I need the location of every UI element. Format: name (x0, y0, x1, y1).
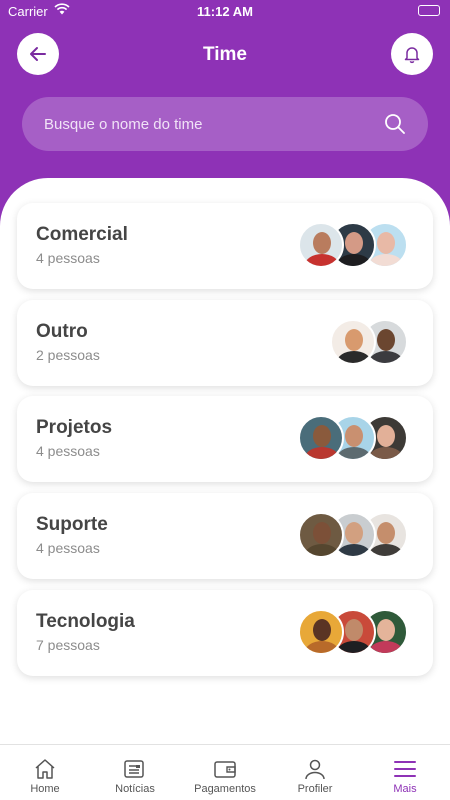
user-icon (305, 759, 325, 780)
team-name: Tecnologia (36, 610, 135, 632)
search-input[interactable]: Busque o nome do time (44, 116, 384, 133)
team-card-comercial[interactable]: Comercial 4 pessoas (17, 203, 433, 289)
wallet-icon (214, 761, 236, 778)
bell-icon (404, 47, 420, 64)
news-icon (124, 760, 144, 778)
nav-pagamentos-label: Pagamentos (194, 783, 256, 795)
search-bar[interactable]: Busque o nome do time (22, 97, 428, 151)
nav-mais[interactable]: Mais (360, 745, 450, 800)
nav-profiler-label: Profiler (297, 783, 333, 795)
avatar-group (298, 222, 408, 268)
page-title: Time (202, 44, 247, 65)
avatar (330, 318, 376, 365)
avatar (298, 512, 344, 559)
team-member-count: 2 pessoas (36, 346, 100, 363)
team-name: Comercial (36, 224, 128, 245)
avatar (298, 415, 344, 462)
avatar (298, 608, 344, 655)
menu-icon (394, 761, 416, 777)
team-member-count: 4 pessoas (36, 250, 100, 266)
status-bar: Carrier 11:12 AM (0, 0, 450, 24)
team-member-count: 4 pessoas (36, 443, 100, 460)
home-icon (35, 759, 55, 779)
nav-noticias[interactable]: Notícias (90, 745, 180, 800)
nav-home-label: Home (30, 783, 60, 795)
nav-mais-label: Mais (393, 783, 417, 795)
avatar-group (298, 318, 408, 365)
team-member-count: 7 pessoas (36, 636, 100, 653)
notifications-button[interactable] (391, 33, 433, 75)
battery-icon (418, 5, 440, 16)
team-card-suporte[interactable]: Suporte 4 pessoas (17, 493, 433, 580)
team-card-projetos[interactable]: Projetos 4 pessoas (17, 396, 433, 483)
team-card-outro[interactable]: Outro 2 pessoas (17, 299, 433, 386)
status-time: 11:12 AM (197, 4, 253, 19)
bottom-navigation: Home Notícias Pagamentos Profiler Mais (0, 744, 450, 800)
nav-pagamentos[interactable]: Pagamentos (180, 745, 270, 800)
avatar (298, 222, 344, 268)
team-name: Suporte (36, 514, 108, 536)
avatar-group (298, 512, 408, 559)
nav-noticias-label: Notícias (115, 783, 155, 795)
avatar-group (298, 608, 408, 655)
team-member-count: 4 pessoas (36, 540, 100, 557)
team-card-tecnologia[interactable]: Tecnologia 7 pessoas (17, 589, 433, 676)
search-icon[interactable] (384, 113, 406, 135)
nav-home[interactable]: Home (0, 745, 90, 800)
nav-profiler[interactable]: Profiler (270, 745, 360, 800)
team-list: Comercial 4 pessoas Outro 2 pessoas Proj… (17, 203, 433, 686)
team-name: Outro (36, 320, 88, 342)
avatar-group (298, 415, 408, 462)
team-name: Projetos (36, 417, 113, 439)
